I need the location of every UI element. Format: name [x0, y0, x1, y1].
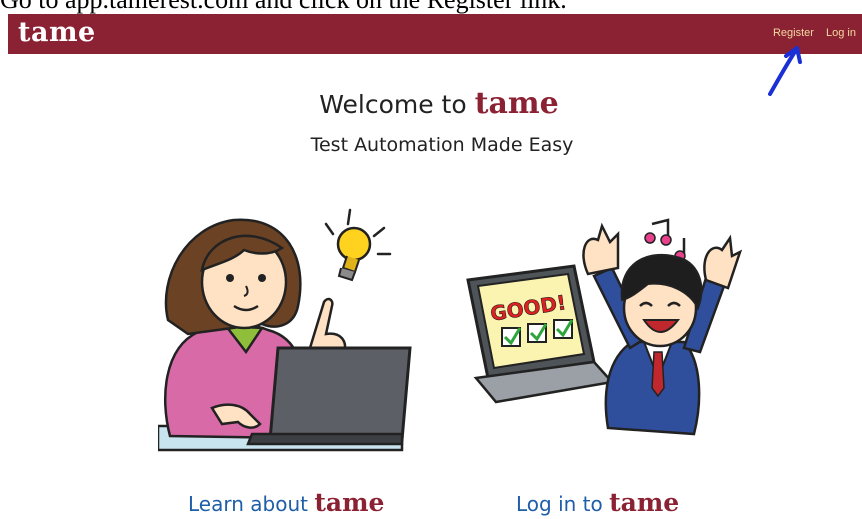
- welcome-heading: Welcome to tame: [0, 86, 862, 123]
- login-to-link[interactable]: Log in to tame: [516, 488, 679, 519]
- top-navbar: tame Register Log in: [8, 14, 862, 54]
- brand-logo[interactable]: tame: [18, 16, 96, 50]
- welcome-text: Welcome to: [319, 90, 467, 119]
- learn-about-brand: tame: [314, 488, 385, 517]
- woman-at-laptop-illustration: [158, 208, 412, 452]
- instruction-caption: Go to app.tamerest.com and click on the …: [0, 0, 862, 14]
- register-link[interactable]: Register: [773, 27, 814, 39]
- login-to-text: Log in to: [516, 492, 603, 516]
- welcome-brand: tame: [474, 86, 559, 121]
- tagline: Test Automation Made Easy: [310, 134, 574, 156]
- login-to-brand: tame: [609, 488, 680, 517]
- lightbulb-icon: [336, 226, 372, 282]
- learn-about-link[interactable]: Learn about tame: [188, 488, 384, 519]
- learn-about-text: Learn about: [188, 492, 308, 516]
- login-link[interactable]: Log in: [826, 27, 856, 39]
- nav-links: Register Log in: [764, 26, 856, 40]
- man-celebrating-illustration: GOOD!: [466, 218, 742, 436]
